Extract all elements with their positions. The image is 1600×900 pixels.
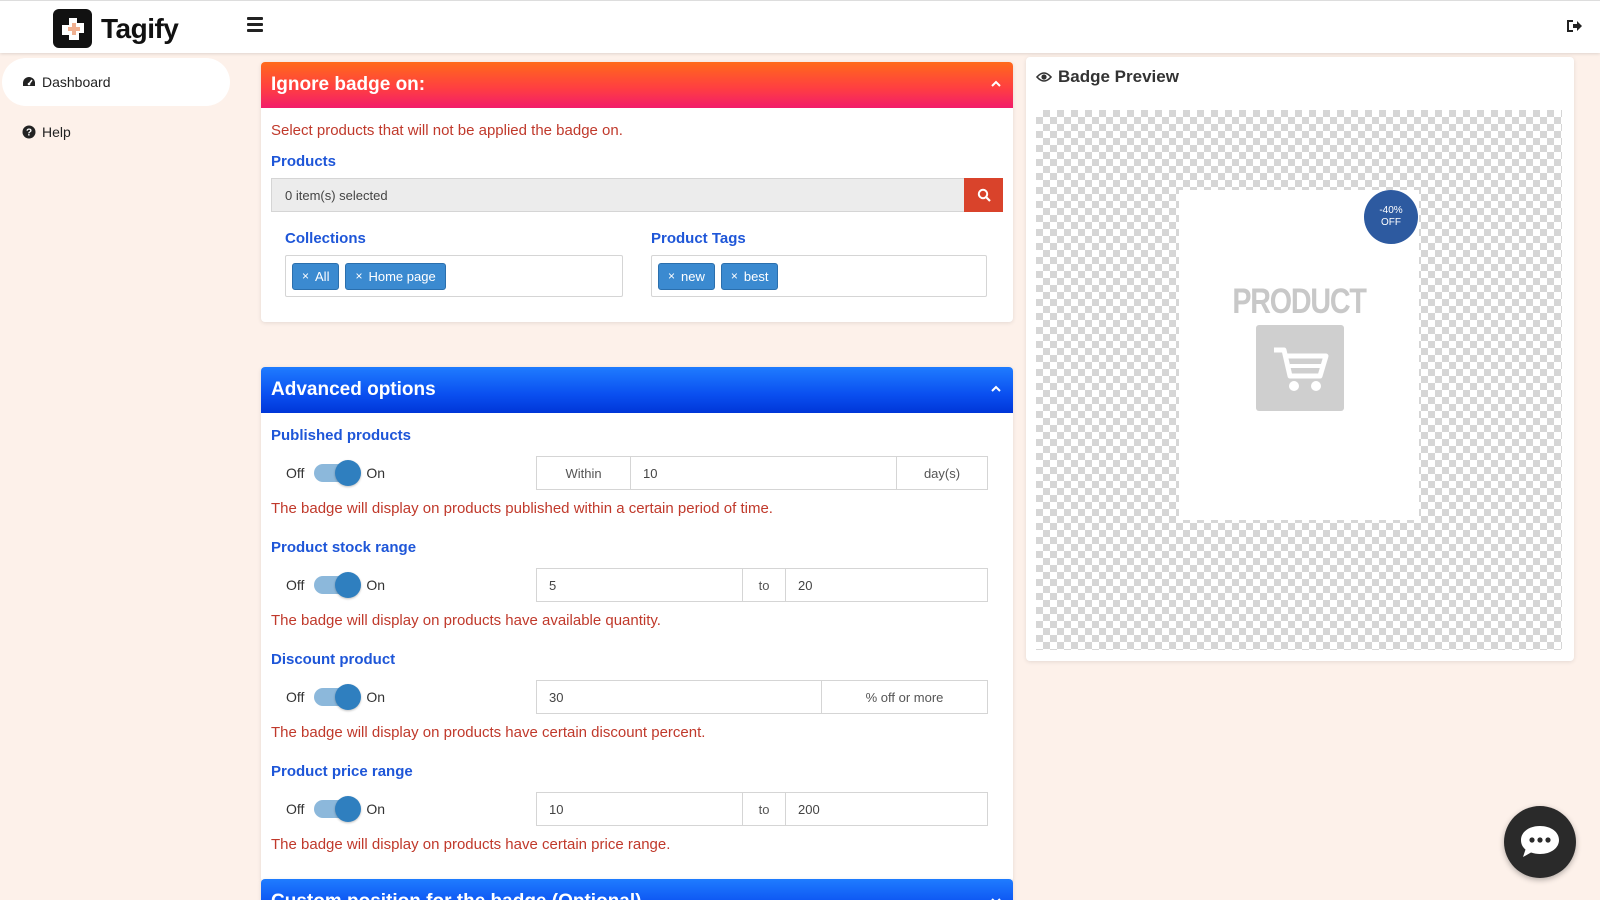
sidebar-item-label: Dashboard [42, 74, 111, 90]
sidebar-item-help[interactable]: ? Help [2, 108, 230, 156]
svg-text:?: ? [26, 128, 32, 139]
collection-tag: × Home page [345, 262, 446, 290]
products-selected-count: 0 item(s) selected [285, 187, 388, 203]
discount-product-option: Discount product Off On 30 % off or more… [271, 651, 1003, 744]
remove-tag-icon[interactable]: × [355, 269, 362, 283]
tagify-logo-icon [53, 9, 92, 48]
app-name: Tagify [101, 12, 179, 44]
sidebar: Dashboard ? Help [0, 58, 232, 158]
card-title: Custom position for the badge (Optional) [271, 891, 641, 900]
menu-toggle-icon[interactable] [247, 17, 263, 35]
price-min-input[interactable]: 10 [537, 793, 743, 825]
chevron-up-icon[interactable] [991, 79, 1001, 89]
collections-label: Collections [285, 230, 366, 247]
custom-position-header[interactable]: Custom position for the badge (Optional) [261, 879, 1013, 900]
product-tags-label: Product Tags [651, 230, 746, 247]
option-title: Published products [271, 427, 412, 444]
chevron-down-icon[interactable] [991, 896, 1001, 900]
option-description: The badge will display on products publi… [271, 500, 773, 517]
sidebar-item-dashboard[interactable]: Dashboard [2, 58, 230, 106]
chat-bubble-icon [1521, 826, 1559, 857]
badge-line-2: OFF [1381, 217, 1401, 228]
advanced-options-card: Advanced options Published products Off … [261, 367, 1013, 882]
remove-tag-icon[interactable]: × [731, 269, 738, 283]
off-label: Off [286, 801, 305, 817]
published-days-input[interactable]: 10 [631, 457, 896, 489]
discount-percent-input[interactable]: 30 [537, 681, 821, 713]
option-description: The badge will display on products have … [271, 724, 706, 741]
within-addon: Within [537, 457, 631, 489]
card-title: Advanced options [271, 379, 436, 400]
option-description: The badge will display on products have … [271, 836, 671, 853]
remove-tag-icon[interactable]: × [668, 269, 675, 283]
off-label: Off [286, 465, 305, 481]
tachometer-icon [21, 76, 37, 88]
search-icon [977, 188, 991, 202]
app-logo[interactable]: Tagify [53, 9, 179, 48]
eye-icon [1036, 71, 1052, 83]
ignore-badge-card: Ignore badge on: Select products that wi… [261, 62, 1013, 322]
preview-title-text: Badge Preview [1058, 67, 1179, 86]
products-select-input[interactable]: 0 item(s) selected [271, 178, 964, 212]
logout-icon[interactable] [1565, 17, 1583, 40]
days-addon: day(s) [896, 457, 987, 489]
on-label: On [366, 801, 386, 817]
on-label: On [366, 577, 386, 593]
product-tag: × new [658, 262, 715, 290]
option-title: Product price range [271, 763, 413, 780]
ignore-description: Select products that will not be applied… [271, 122, 623, 139]
stock-max-input[interactable]: 20 [786, 569, 987, 601]
off-label: Off [286, 689, 305, 705]
published-within-group: Within 10 day(s) [536, 456, 988, 490]
badge-preview-title: Badge Preview [1036, 67, 1179, 87]
chevron-up-icon[interactable] [991, 384, 1001, 394]
option-description: The badge will display on products have … [271, 612, 661, 629]
products-search-button[interactable] [964, 178, 1003, 212]
to-addon: to [743, 793, 786, 825]
discount-product-toggle[interactable] [314, 684, 362, 710]
collection-tag: × All [292, 262, 340, 290]
chat-button[interactable] [1504, 806, 1576, 878]
ignore-badge-header[interactable]: Ignore badge on: [261, 62, 1013, 108]
top-navbar: Tagify [0, 0, 1600, 53]
shopping-cart-icon [1256, 325, 1344, 411]
products-label: Products [271, 153, 337, 170]
advanced-options-header[interactable]: Advanced options [261, 367, 1013, 413]
published-products-toggle[interactable] [314, 460, 362, 486]
card-title: Ignore badge on: [271, 74, 426, 95]
discount-group: 30 % off or more [536, 680, 988, 714]
price-max-input[interactable]: 200 [786, 793, 987, 825]
tag-label: All [315, 268, 330, 284]
price-range-option: Product price range Off On 10 to 200 The… [271, 763, 1003, 856]
preview-canvas: PRODUCT IMAGE -40% OFF [1036, 110, 1562, 650]
price-range-group: 10 to 200 [536, 792, 988, 826]
price-range-toggle[interactable] [314, 796, 362, 822]
discount-badge: -40% OFF [1364, 190, 1418, 244]
option-title: Product stock range [271, 539, 417, 556]
tag-label: best [743, 268, 769, 284]
badge-preview-panel: Badge Preview PRODUCT IMAGE -40% OFF [1026, 57, 1574, 661]
stock-min-input[interactable]: 5 [537, 569, 743, 601]
sidebar-item-label: Help [42, 124, 71, 140]
option-title: Discount product [271, 651, 396, 668]
published-products-option: Published products Off On Within 10 day(… [271, 427, 1003, 520]
stock-range-option: Product stock range Off On 5 to 20 The b… [271, 539, 1003, 632]
to-addon: to [743, 569, 786, 601]
question-circle-icon: ? [21, 125, 37, 139]
remove-tag-icon[interactable]: × [302, 269, 309, 283]
product-tag: × best [720, 262, 779, 290]
stock-range-toggle[interactable] [314, 572, 362, 598]
tag-label: new [681, 268, 705, 284]
badge-line-1: -40% [1379, 205, 1403, 216]
product-tags-input[interactable]: × new × best [651, 255, 987, 297]
stock-range-group: 5 to 20 [536, 568, 988, 602]
on-label: On [366, 465, 386, 481]
collections-tag-input[interactable]: × All × Home page [285, 255, 623, 297]
custom-position-card: Custom position for the badge (Optional) [261, 879, 1013, 900]
on-label: On [366, 689, 386, 705]
off-label: Off [286, 577, 305, 593]
tag-label: Home page [368, 268, 436, 284]
percent-off-addon: % off or more [821, 681, 987, 713]
